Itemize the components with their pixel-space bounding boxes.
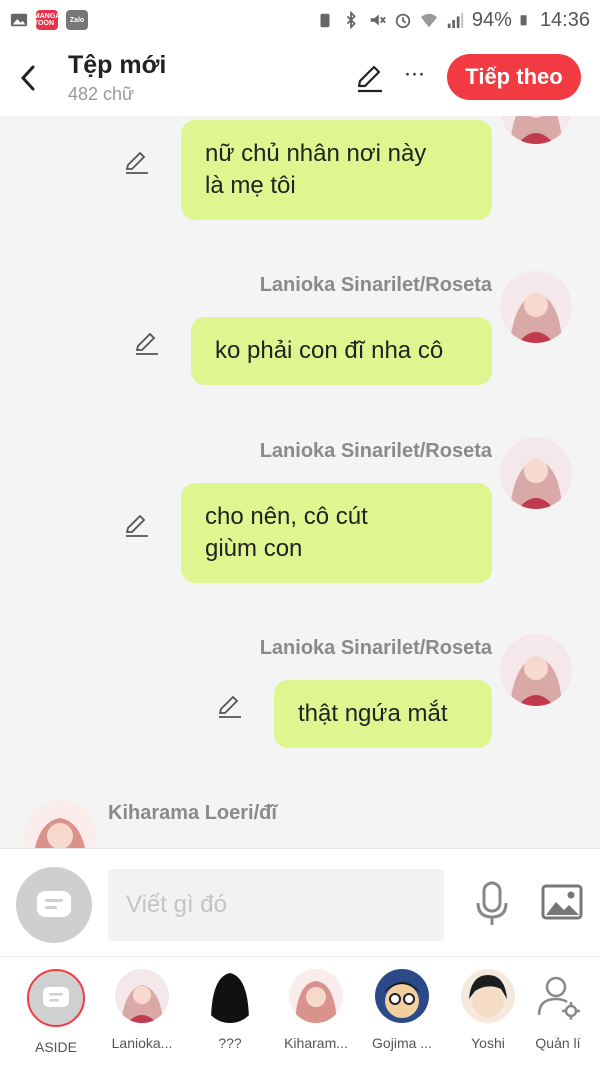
avatar-lanioka xyxy=(115,969,169,1023)
next-button[interactable]: Tiếp theo xyxy=(447,54,581,100)
insert-image-icon[interactable] xyxy=(541,884,583,920)
battery-icon xyxy=(520,15,527,26)
message-text: giùm con xyxy=(205,535,303,562)
edit-message-pencil-icon[interactable] xyxy=(123,148,151,176)
edit-title-pencil-icon[interactable] xyxy=(354,62,386,94)
bluetooth-icon xyxy=(346,11,356,29)
avatar-unknown xyxy=(203,969,257,1023)
zalo-app-icon: Zalo xyxy=(66,10,88,30)
avatar-lanioka[interactable] xyxy=(500,634,572,706)
wifi-icon xyxy=(420,13,438,28)
character-lanioka[interactable]: Lanioka... xyxy=(100,969,184,1051)
avatar-yoshi xyxy=(461,969,515,1023)
character-unknown[interactable]: ??? xyxy=(188,969,272,1051)
more-options-button[interactable]: ··· xyxy=(400,62,428,92)
alarm-icon xyxy=(395,13,411,29)
battery-percent: 94% xyxy=(471,8,512,31)
edit-message-pencil-icon[interactable] xyxy=(123,511,151,539)
character-label: Gojima ... xyxy=(372,1035,432,1051)
aside-icon xyxy=(43,987,69,1007)
avatar-gojima xyxy=(375,969,429,1023)
mute-icon xyxy=(370,14,386,26)
character-label: Kiharam... xyxy=(284,1035,348,1051)
battery-saver-icon xyxy=(320,13,330,28)
avatar-lanioka[interactable] xyxy=(500,271,572,343)
character-aside[interactable]: ASIDE xyxy=(14,969,98,1055)
message-bubble[interactable]: thật ngứa mắt xyxy=(274,680,492,748)
character-label: ??? xyxy=(218,1035,242,1051)
avatar-lanioka[interactable] xyxy=(500,437,572,509)
manage-characters-button[interactable]: Quản lí xyxy=(516,969,600,1051)
message-text: thật ngứa mắt xyxy=(298,700,448,727)
character-label: ASIDE xyxy=(34,1039,77,1055)
message-text: cho nên, cô cút xyxy=(205,503,368,530)
character-gojima[interactable]: Gojima ... xyxy=(360,969,444,1051)
back-arrow-icon xyxy=(20,65,35,91)
app-header: Tệp mới 482 chữ ··· Tiếp theo xyxy=(0,40,600,116)
aside-toggle-button[interactable] xyxy=(16,867,92,943)
avatar-kiharama[interactable] xyxy=(24,800,96,848)
character-label: Quản lí xyxy=(535,1035,581,1051)
message-text: ko phải con đĩ nha cô xyxy=(215,337,444,364)
message-text: là mẹ tôi xyxy=(205,172,296,199)
speaker-name: Kiharama Loeri/đĩ xyxy=(108,802,277,824)
edit-message-pencil-icon[interactable] xyxy=(216,692,244,720)
message-text: nữ chủ nhân nơi này xyxy=(205,140,427,167)
speaker-name: Lanioka Sinarilet/Roseta xyxy=(259,637,492,659)
mangatoon-app-icon: MANGA TOON xyxy=(34,10,60,30)
aside-icon xyxy=(37,891,71,917)
manage-user-icon xyxy=(537,976,580,1020)
back-button[interactable] xyxy=(0,40,56,116)
status-bar: MANGA TOON Zalo 94% 14:36 xyxy=(0,0,600,40)
speaker-name: Lanioka Sinarilet/Roseta xyxy=(259,440,492,462)
message-bubble[interactable]: nữ chủ nhân nơi này là mẹ tôi xyxy=(181,120,492,220)
avatar-lanioka[interactable] xyxy=(500,116,572,144)
edit-message-pencil-icon[interactable] xyxy=(133,329,161,357)
microphone-icon[interactable] xyxy=(474,881,510,927)
page-title: Tệp mới xyxy=(68,51,167,79)
message-bubble[interactable]: cho nên, cô cút giùm con xyxy=(181,483,492,583)
word-count: 482 chữ xyxy=(68,84,135,104)
message-input[interactable] xyxy=(108,869,444,941)
signal-icon xyxy=(447,12,464,29)
avatar-kiharama xyxy=(289,969,343,1023)
chat-area[interactable]: nữ chủ nhân nơi này là mẹ tôi Lanioka Si… xyxy=(0,116,600,848)
character-bar: ASIDE Lanioka... ??? Kiharam... Gojima .… xyxy=(0,956,600,1067)
gallery-notification-icon xyxy=(10,13,28,27)
clock: 14:36 xyxy=(539,8,590,31)
character-label: Lanioka... xyxy=(111,1035,173,1051)
character-kiharama[interactable]: Kiharam... xyxy=(274,969,358,1051)
speaker-name: Lanioka Sinarilet/Roseta xyxy=(259,274,492,296)
composer xyxy=(0,848,600,956)
message-bubble[interactable]: ko phải con đĩ nha cô xyxy=(191,317,492,385)
